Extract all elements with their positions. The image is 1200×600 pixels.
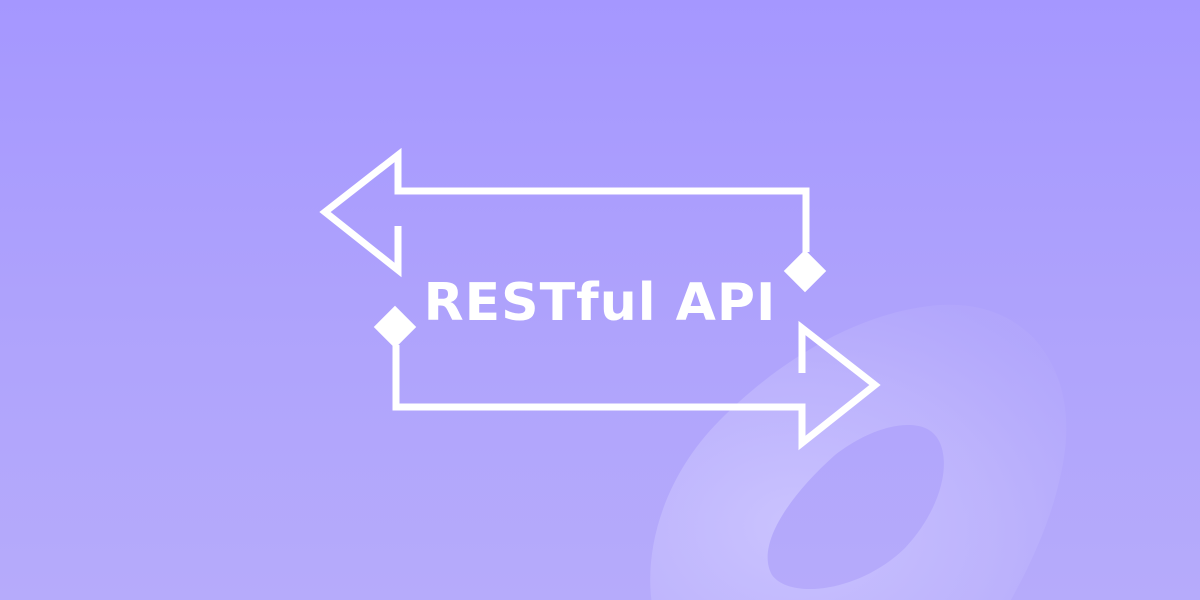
arrow-left-icon (319, 147, 810, 278)
banner-title: RESTful API (424, 273, 777, 333)
torus-decoration (650, 304, 1067, 600)
restful-api-banner: RESTful API (319, 147, 1067, 600)
diamond-top-icon (783, 249, 827, 293)
diamond-bottom-icon (373, 305, 417, 349)
